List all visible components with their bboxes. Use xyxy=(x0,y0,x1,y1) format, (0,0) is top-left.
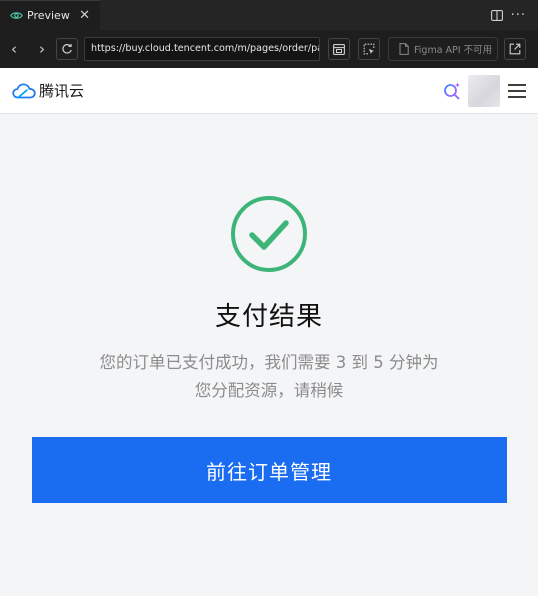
layout-toggle-button[interactable] xyxy=(328,38,350,60)
url-input[interactable]: https://buy.cloud.tencent.com/m/pages/or… xyxy=(84,37,320,61)
more-actions-icon[interactable]: ··· xyxy=(511,9,526,22)
ai-search-icon[interactable] xyxy=(442,81,462,101)
editor-tab-bar: Preview ✕ ··· xyxy=(0,0,538,30)
hamburger-menu-icon[interactable] xyxy=(508,83,526,98)
page-viewport: 腾讯云 支付结果 您的订单已支付成功，我们需要 3 到 5 分钟为 您分配资源，… xyxy=(0,68,538,596)
description-line-1: 您的订单已支付成功，我们需要 3 到 5 分钟为 xyxy=(99,353,439,372)
tencent-cloud-logo[interactable]: 腾讯云 xyxy=(12,80,84,101)
figma-api-button[interactable]: Figma API 不可用 xyxy=(388,37,498,61)
cloud-logo-icon xyxy=(12,83,36,98)
figma-api-label: Figma API 不可用 xyxy=(414,45,493,56)
document-icon xyxy=(399,43,409,55)
page-title: 支付结果 xyxy=(214,302,323,332)
logo-text: 腾讯云 xyxy=(39,82,85,100)
reload-icon xyxy=(62,44,72,54)
split-editor-icon[interactable] xyxy=(490,9,503,21)
close-icon[interactable]: ✕ xyxy=(79,9,90,22)
avatar[interactable] xyxy=(468,74,500,107)
browser-toolbar: ‹ › https://buy.cloud.tencent.com/m/page… xyxy=(0,30,538,68)
tab-label: Preview xyxy=(27,9,70,22)
open-external-button[interactable] xyxy=(504,38,526,60)
payment-result: 支付结果 您的订单已支付成功，我们需要 3 到 5 分钟为 您分配资源，请稍候 … xyxy=(0,114,538,503)
success-check-icon xyxy=(231,196,307,272)
reload-button[interactable] xyxy=(56,38,78,60)
external-link-icon xyxy=(509,43,521,55)
eye-icon xyxy=(10,12,23,19)
layout-icon xyxy=(333,43,345,55)
inspect-element-button[interactable] xyxy=(358,38,380,60)
forward-button[interactable]: › xyxy=(28,41,56,57)
site-header: 腾讯云 xyxy=(0,68,538,114)
back-button[interactable]: ‹ xyxy=(0,41,28,57)
result-description: 您的订单已支付成功，我们需要 3 到 5 分钟为 您分配资源，请稍候 xyxy=(69,349,469,405)
description-line-2: 您分配资源，请稍候 xyxy=(194,381,344,400)
go-to-order-management-button[interactable]: 前往订单管理 xyxy=(31,437,507,503)
inspect-icon xyxy=(363,43,375,55)
preview-tab[interactable]: Preview ✕ xyxy=(0,0,100,30)
